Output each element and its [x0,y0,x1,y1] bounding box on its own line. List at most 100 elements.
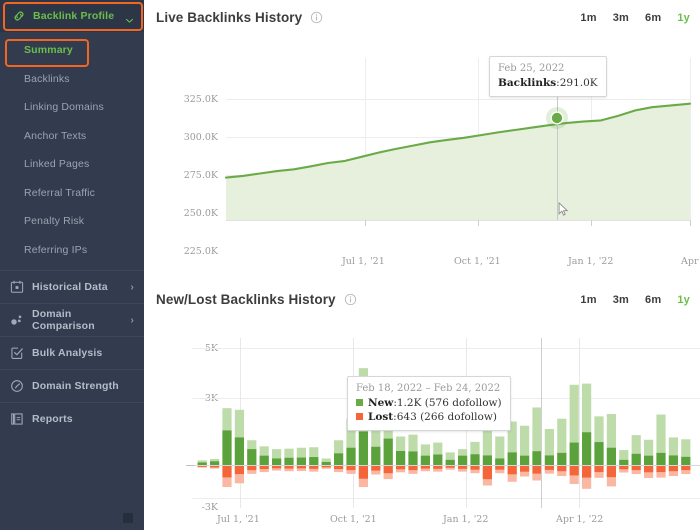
range-3m[interactable]: 3m [613,12,629,24]
bar [668,455,678,466]
panel-header: Live Backlinks History 1m 3m 6m 1y [144,0,700,34]
bar [594,442,604,466]
bar [346,447,356,466]
sidebar-item-bulk-analysis[interactable]: Bulk Analysis [0,336,144,369]
bar [334,453,344,466]
bar [644,465,654,473]
tooltip-new-value: 1.2K (576 dofollow) [396,396,502,409]
range-3m[interactable]: 3m [613,294,629,306]
sidebar-item-backlinks[interactable]: Backlinks [0,65,144,94]
bar [383,465,393,474]
sidebar-item-label: Historical Data [32,281,108,293]
chevron-down-icon[interactable] [125,12,134,23]
bar [259,465,269,470]
bar [482,455,492,466]
bar [371,446,381,466]
bar [557,452,567,466]
bar [296,457,306,466]
sidebar-item-referral-traffic[interactable]: Referral Traffic [0,179,144,208]
link-icon [12,9,26,23]
sidebar-item-anchor-texts[interactable]: Anchor Texts [0,122,144,151]
bar [346,465,356,471]
bar [321,461,331,466]
bar [557,465,567,472]
chart-active-point [546,107,568,129]
bar [520,465,530,472]
mouse-pointer-icon [558,201,569,217]
report-icon [10,412,24,426]
sidebar-item-label: Domain Comparison [32,308,95,332]
page-title: Live Backlinks History [156,9,303,25]
bar [656,465,666,473]
bar [247,449,257,466]
bar [495,458,505,466]
tooltip-lost-label: Lost [368,410,394,423]
bar [247,465,257,471]
bar [284,457,294,466]
range-6m[interactable]: 6m [645,12,661,24]
bar [433,454,443,466]
sidebar-item-linked-pages[interactable]: Linked Pages [0,150,144,179]
bar [358,465,368,479]
panel-new-lost-backlinks-history: New/Lost Backlinks History 1m 3m 6m 1y 5… [144,282,700,530]
bar [309,457,319,466]
bar [507,465,517,475]
tooltip-metric-value: 291.0K [559,76,598,89]
bar [222,465,232,478]
sidebar-section-backlink-profile[interactable]: Backlink Profile [0,0,144,32]
bar [334,465,344,470]
chart-live-backlinks: 325.0K 300.0K 275.0K 250.0K 225.0K Jul 1… [144,34,700,267]
bar [631,453,641,466]
bar [445,459,455,466]
info-icon[interactable] [344,293,357,306]
sidebar-item-reports[interactable]: Reports [0,402,144,435]
main-content: Live Backlinks History 1m 3m 6m 1y 325.0… [144,0,700,530]
tooltip-new-row: New: 1.2K (576 dofollow) [356,396,502,410]
bar [396,450,406,466]
bar [470,465,480,470]
bar [594,465,604,473]
sidebar-item-label: Referral Traffic [24,186,96,199]
sidebar-item-label: Bulk Analysis [32,347,103,359]
chart-live-svg [224,58,692,226]
sidebar-item-domain-comparison[interactable]: Domain Comparison › [0,303,144,336]
sidebar-section-label: Backlink Profile [33,10,115,22]
bar [656,452,666,466]
calendar-icon [10,280,24,294]
tooltip-metric-label: Backlinks [498,76,557,89]
chart-new-lost-backlinks: 5K 3K 0 -3K Jul 1, '21 Oct 1, '21 Jan 1,… [144,316,700,530]
sidebar-item-historical-data[interactable]: Historical Data › [0,270,144,303]
sidebar-item-label: Penalty Risk [24,215,85,228]
range-6m[interactable]: 6m [645,294,661,306]
chevron-right-icon: › [130,281,134,293]
sidebar-item-penalty-risk[interactable]: Penalty Risk [0,207,144,236]
app-root: Backlink Profile Summary Backlinks Linki… [0,0,700,530]
bar [482,465,492,480]
sidebar-resize-handle[interactable] [123,513,133,523]
legend-swatch-lost [356,413,363,421]
tooltip-lost-row: Lost: 643 (266 dofollow) [356,410,502,424]
bar [272,458,282,466]
bar [668,465,678,472]
sidebar-item-referring-ips[interactable]: Referring IPs [0,236,144,265]
tooltip-lost-value: 643 (266 dofollow) [396,410,497,423]
sidebar-item-linking-domains[interactable]: Linking Domains [0,93,144,122]
range-1m[interactable]: 1m [580,12,596,24]
bar [619,465,629,470]
range-1y[interactable]: 1y [677,12,690,24]
sidebar-item-label: Reports [32,413,73,425]
bar [408,465,418,471]
bar [507,452,517,466]
bar [210,461,220,466]
range-1m[interactable]: 1m [580,294,596,306]
sidebar-item-domain-strength[interactable]: Domain Strength [0,369,144,402]
sidebar-item-label: Linking Domains [24,101,104,114]
info-icon[interactable] [310,11,323,24]
sidebar-item-label: Anchor Texts [24,129,87,142]
sidebar-item-label: Summary [24,44,73,57]
bar [259,455,269,466]
bar [681,465,691,471]
sidebar-item-summary[interactable]: Summary [0,36,144,65]
bar [631,465,641,471]
range-1y[interactable]: 1y [677,294,690,306]
